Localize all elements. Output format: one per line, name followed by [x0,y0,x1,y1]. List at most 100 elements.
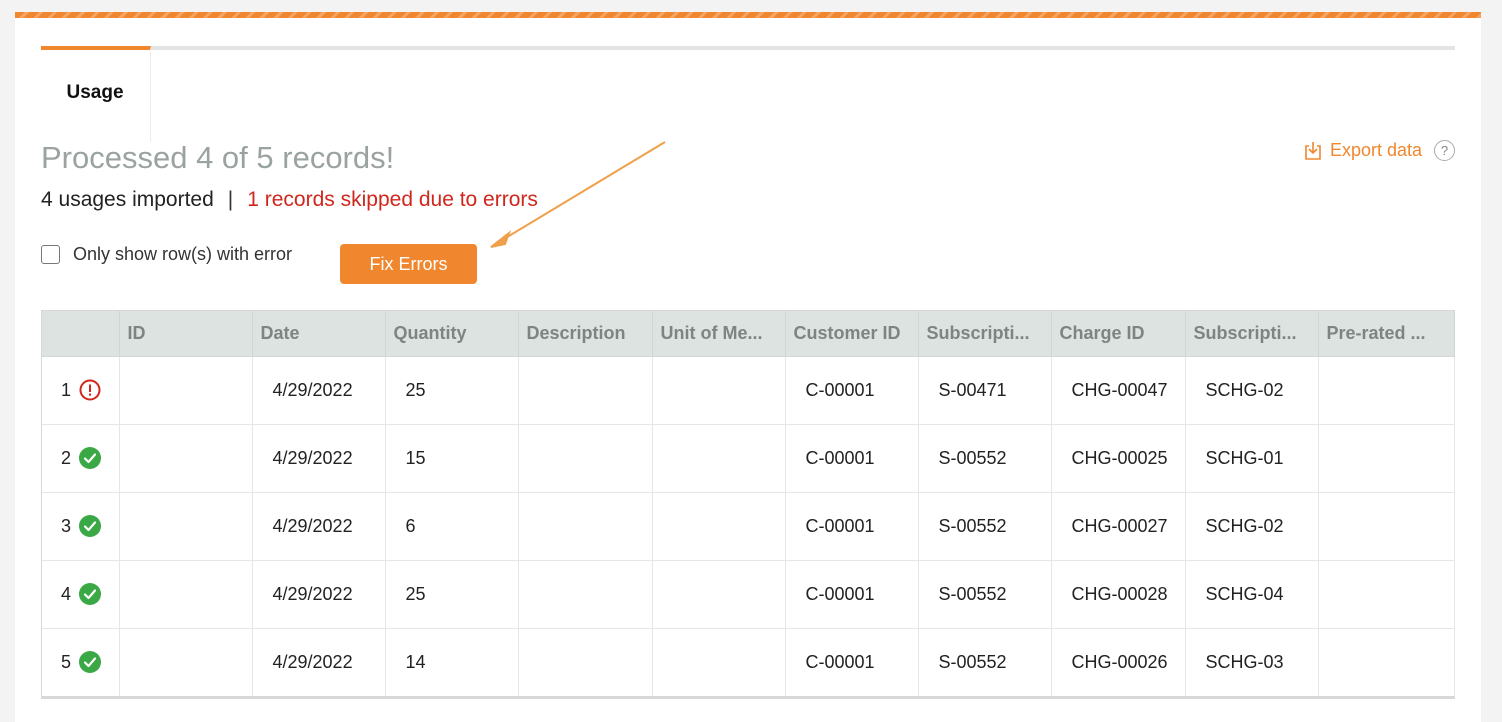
top-stripe [15,12,1481,18]
only-errors-checkbox[interactable] [41,245,60,264]
tab-usage[interactable]: Usage [41,46,151,142]
cell-unit-of-measure [652,627,786,696]
help-icon[interactable]: ? [1434,140,1455,161]
cell-date: 4/29/2022 [252,491,386,560]
table-header-row: ID Date Quantity Description Unit of Me.… [42,311,1455,356]
skipped-errors-text: 1 records skipped due to errors [247,188,538,211]
cell-quantity: 15 [385,423,519,492]
check-circle-icon [78,514,102,538]
column-header-unit-of-measure[interactable]: Unit of Me... [652,311,786,356]
cell-date: 4/29/2022 [252,627,386,696]
cell-pre-rated [1318,559,1455,628]
tab-bar [41,46,1455,50]
column-header-subscription[interactable]: Subscripti... [918,311,1052,356]
cell-row-number: 1 [42,355,120,424]
export-data-link[interactable]: Export data ? [1304,140,1455,161]
export-data-label: Export data [1329,140,1422,160]
column-header-description[interactable]: Description [518,311,653,356]
cell-unit-of-measure [652,355,786,424]
cell-quantity: 6 [385,491,519,560]
cell-description [518,423,653,492]
cell-subscription: S-00552 [918,491,1052,560]
cell-unit-of-measure [652,491,786,560]
cell-quantity: 25 [385,355,519,424]
cell-row-number: 2 [42,423,120,492]
column-header-subscription-charge[interactable]: Subscripti... [1185,311,1319,356]
cell-customer-id: C-00001 [785,423,919,492]
fix-errors-button[interactable]: Fix Errors [340,244,477,284]
cell-unit-of-measure [652,423,786,492]
cell-subscription-charge: SCHG-03 [1185,627,1319,696]
cell-customer-id: C-00001 [785,491,919,560]
cell-date: 4/29/2022 [252,355,386,424]
cell-row-number: 5 [42,627,120,696]
table-row[interactable]: 1 4/29/2022 25 C-00001 S-00471 CHG-00047 SCHG-… [42,355,1455,424]
cell-charge-id: CHG-00026 [1051,627,1186,696]
cell-charge-id: CHG-00025 [1051,423,1186,492]
imported-count-text: 4 usages imported [41,188,214,211]
column-header-id[interactable]: ID [119,311,253,356]
column-header-rownum [42,311,120,356]
cell-id [119,559,253,628]
column-header-customer-id[interactable]: Customer ID [785,311,919,356]
cell-subscription: S-00552 [918,559,1052,628]
cell-charge-id: CHG-00027 [1051,491,1186,560]
row-number: 4 [61,583,72,604]
cell-date: 4/29/2022 [252,423,386,492]
row-number: 5 [61,651,72,672]
cell-pre-rated [1318,355,1455,424]
cell-id [119,423,253,492]
usage-records-table: ID Date Quantity Description Unit of Me.… [41,310,1455,699]
row-number: 3 [61,515,72,536]
column-header-charge-id[interactable]: Charge ID [1051,311,1186,356]
cell-id [119,627,253,696]
cell-description [518,491,653,560]
cell-description [518,627,653,696]
cell-charge-id: CHG-00047 [1051,355,1186,424]
row-number: 2 [61,447,72,468]
cell-pre-rated [1318,423,1455,492]
tab-usage-label: Usage [66,82,124,103]
cell-quantity: 14 [385,627,519,696]
summary-separator: | [227,188,234,211]
cell-subscription: S-00552 [918,423,1052,492]
cell-id [119,491,253,560]
check-circle-icon [78,650,102,674]
cell-pre-rated [1318,627,1455,696]
only-errors-label: Only show row(s) with error [73,244,293,264]
column-header-pre-rated[interactable]: Pre-rated ... [1318,311,1455,356]
cell-subscription: S-00552 [918,627,1052,696]
table-row[interactable]: 5 4/29/2022 14 C-00001 S-00552 CHG-00026 SCHG-… [42,627,1455,696]
download-icon [1304,141,1322,161]
cell-subscription-charge: SCHG-01 [1185,423,1319,492]
import-results-card: Usage Processed 4 of 5 records! 4 usages… [15,12,1481,722]
cell-description [518,559,653,628]
cell-row-number: 4 [42,559,120,628]
error-filter: Only show row(s) with error [41,244,292,265]
cell-pre-rated [1318,491,1455,560]
table-row[interactable]: 3 4/29/2022 6 C-00001 S-00552 CHG-00027 SCHG-0… [42,491,1455,560]
table-row[interactable]: 2 4/29/2022 15 C-00001 S-00552 CHG-00025 SCHG-… [42,423,1455,492]
cell-charge-id: CHG-00028 [1051,559,1186,628]
cell-subscription-charge: SCHG-04 [1185,559,1319,628]
cell-date: 4/29/2022 [252,559,386,628]
error-icon[interactable] [78,378,102,402]
page-title: Processed 4 of 5 records! [41,140,395,175]
table-row[interactable]: 4 4/29/2022 25 C-00001 S-00552 CHG-00028 SCHG-… [42,559,1455,628]
cell-subscription-charge: SCHG-02 [1185,491,1319,560]
check-circle-icon [78,446,102,470]
cell-description [518,355,653,424]
cell-customer-id: C-00001 [785,355,919,424]
cell-unit-of-measure [652,559,786,628]
column-header-date[interactable]: Date [252,311,386,356]
cell-id [119,355,253,424]
cell-row-number: 3 [42,491,120,560]
cell-subscription: S-00471 [918,355,1052,424]
cell-subscription-charge: SCHG-02 [1185,355,1319,424]
cell-quantity: 25 [385,559,519,628]
import-summary: 4 usages imported | 1 records skipped due … [41,188,538,212]
row-number: 1 [61,379,72,400]
cell-customer-id: C-00001 [785,627,919,696]
column-header-quantity[interactable]: Quantity [385,311,519,356]
cell-customer-id: C-00001 [785,559,919,628]
